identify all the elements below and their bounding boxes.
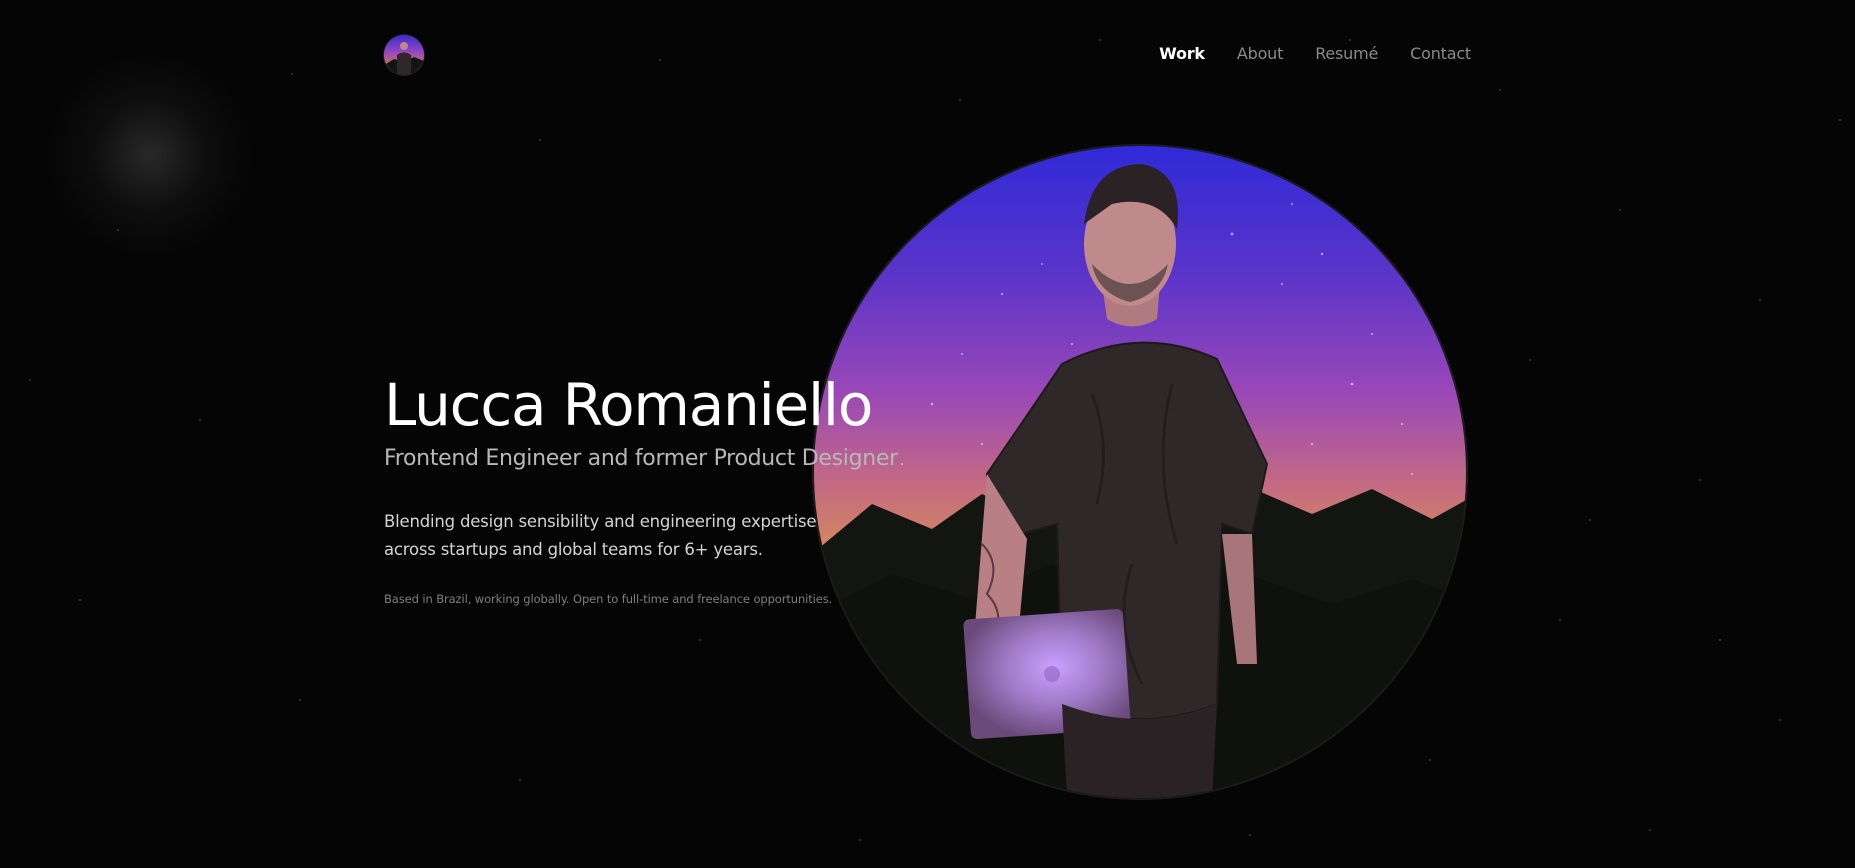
avatar-icon <box>384 35 424 75</box>
nav-link-resume[interactable]: Resumé <box>1315 44 1378 63</box>
hero-availability-note: Based in Brazil, working globally. Open … <box>384 592 833 606</box>
main-nav: Work About Resumé Contact <box>1159 44 1471 63</box>
hero-subtitle: Frontend Engineer and former Product Des… <box>384 446 898 471</box>
background-glow <box>50 55 250 255</box>
nav-link-contact[interactable]: Contact <box>1410 44 1471 63</box>
hero-title: Lucca Romaniello <box>384 371 873 439</box>
hero-text-block: Lucca Romaniello Frontend Engineer and f… <box>384 370 924 606</box>
nav-link-about[interactable]: About <box>1237 44 1284 63</box>
avatar-logo[interactable] <box>384 35 424 75</box>
hero-description: Blending design sensibility and engineer… <box>384 512 817 559</box>
nav-link-work[interactable]: Work <box>1159 44 1205 63</box>
page: Work About Resumé Contact Lucca Romaniel… <box>0 0 1855 868</box>
